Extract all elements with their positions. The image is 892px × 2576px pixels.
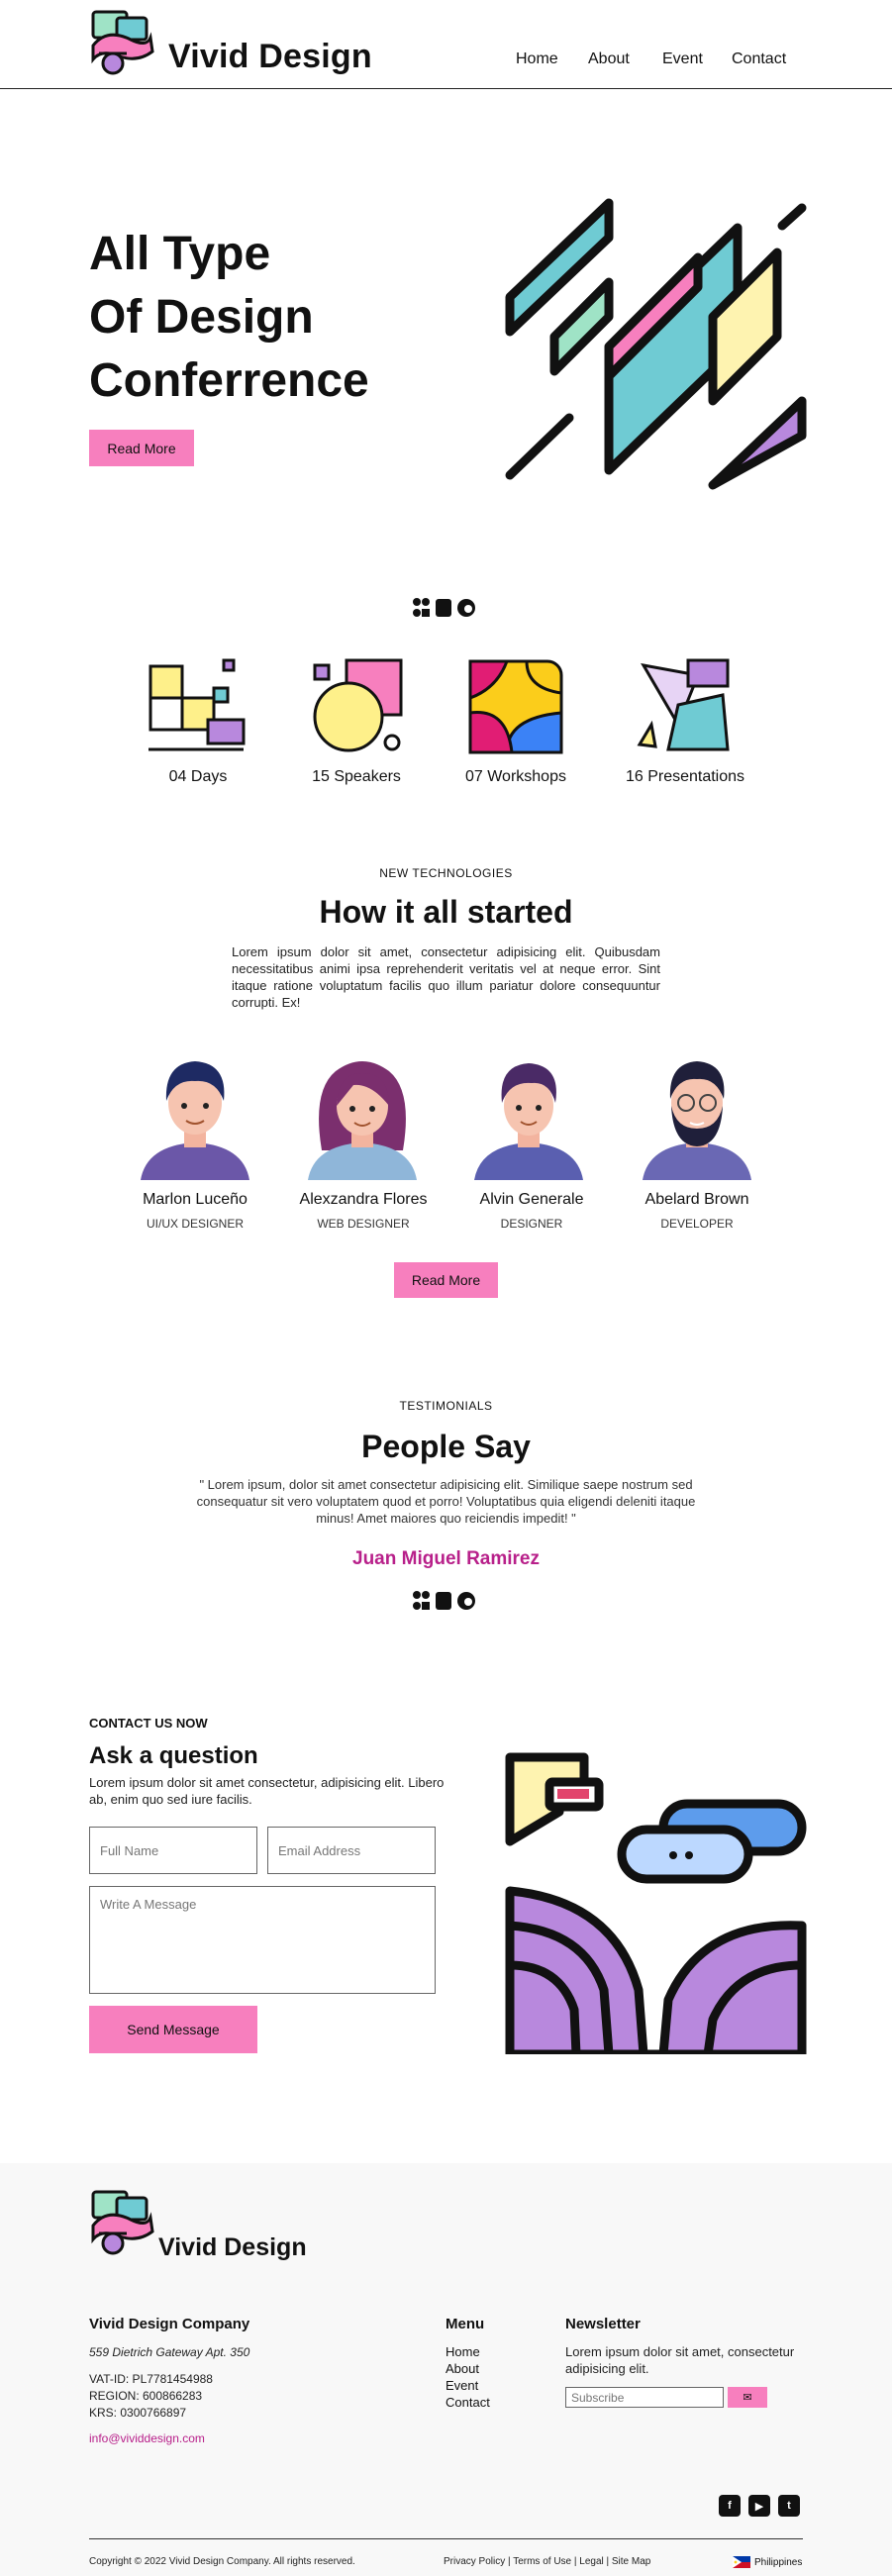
stat-days: 04 Days [168,768,228,785]
footer-email-link[interactable]: info@vividdesign.com [89,2430,205,2447]
member-name: Marlon Luceño [143,1191,248,1208]
legal-links[interactable]: Privacy Policy | Terms of Use | Legal | … [444,2556,650,2567]
flag-icon [733,2556,750,2568]
footer-krs: KRS: 0300766897 [89,2406,187,2420]
stat-workshops: 07 Workshops [465,768,566,785]
nav-event[interactable]: Event [662,50,703,68]
youtube-icon[interactable]: ▶ [748,2495,770,2517]
about-read-more-button[interactable]: Read More [394,1262,498,1298]
footer-address: 559 Dietrich Gateway Apt. 350 [89,2345,250,2359]
shapes-speakers-icon [313,658,403,752]
member-role: DESIGNER [500,1217,563,1231]
send-message-button[interactable]: Send Message [89,2006,257,2053]
shapes-divider-icon [413,1591,475,1610]
member-name: Alexzandra Flores [299,1191,428,1208]
hero-title-line: Conferrence [89,354,369,407]
footer-link-about[interactable]: About [446,2360,490,2377]
avatar-abelard [643,1061,751,1180]
newsletter-title: Newsletter [565,2316,641,2332]
contact-eyebrow: CONTACT US NOW [89,1716,208,1731]
hero-illustration [505,198,807,490]
member-name: Alvin Generale [479,1191,584,1208]
contact-title: Ask a question [89,1742,258,1769]
avatar-alexzandra [308,1061,417,1180]
about-eyebrow: NEW TECHNOLOGIES [379,866,513,880]
testimonials-eyebrow: TESTIMONIALS [399,1399,493,1413]
site-header: Vivid Design Home About Event Contact [0,0,892,89]
shapes-presentations-icon [637,658,730,751]
nav-home[interactable]: Home [516,50,558,68]
member-role: UI/UX DESIGNER [146,1217,244,1231]
facebook-icon[interactable]: f [719,2495,741,2517]
member-role: WEB DESIGNER [317,1217,410,1231]
full-name-input[interactable] [89,1827,257,1874]
member-role: DEVELOPER [660,1217,734,1231]
subscribe-button[interactable]: ✉ [728,2387,767,2408]
footer-vat: VAT-ID: PL7781454988 [89,2372,213,2386]
stat-presentations: 16 Presentations [625,768,745,785]
country-label: Philippines [754,2556,803,2568]
footer-link-home[interactable]: Home [446,2343,490,2360]
testimonials-title: People Say [361,1429,531,1464]
newsletter-text: Lorem ipsum dolor sit amet, consectetur … [565,2344,795,2376]
vivid-logo-icon[interactable] [87,8,158,77]
footer-region: REGION: 600866283 [89,2389,203,2403]
message-textarea[interactable] [89,1886,436,1994]
testimonial-quote: " Lorem ipsum, dolor sit amet consectetu… [196,1477,696,1526]
country-selector[interactable]: Philippines [733,2556,802,2568]
twitter-icon[interactable]: t [778,2495,800,2517]
avatar-alvin [474,1063,583,1180]
footer-divider [89,2538,803,2539]
footer-link-event[interactable]: Event [446,2377,490,2394]
about-text: Lorem ipsum dolor sit amet, consectetur … [232,944,660,1010]
hero-read-more-button[interactable]: Read More [89,430,194,466]
contact-illustration [505,1752,807,2054]
footer-company-title: Vivid Design Company [89,2316,250,2332]
about-title: How it all started [319,894,573,930]
footer-menu: Home About Event Contact [446,2343,490,2411]
mail-icon: ✉ [743,2392,752,2404]
avatar-marlon [141,1061,249,1180]
subscribe-input[interactable] [565,2387,724,2408]
footer-brand-name[interactable]: Vivid Design [158,2233,307,2262]
copyright-text: Copyright © 2022 Vivid Design Company. A… [89,2556,355,2567]
contact-text: Lorem ipsum dolor sit amet consectetur, … [89,1775,445,1807]
testimonial-author: Juan Miguel Ramirez [352,1548,540,1569]
stat-speakers: 15 Speakers [312,768,401,785]
hero-title-line: All Type [89,228,271,280]
vivid-logo-icon[interactable] [87,2188,158,2257]
footer-menu-title: Menu [446,2316,485,2332]
nav-contact[interactable]: Contact [732,50,786,68]
brand-name[interactable]: Vivid Design [168,38,372,76]
squares-days-icon [149,658,246,751]
nav-about[interactable]: About [588,50,630,68]
pattern-workshops-icon [468,659,563,754]
hero-title: All Type Of Design Conferrence [89,223,446,413]
hero-title-line: Of Design [89,291,314,344]
email-address-input[interactable] [267,1827,436,1874]
member-name: Abelard Brown [644,1191,749,1208]
shapes-divider-icon [413,598,475,617]
footer-link-contact[interactable]: Contact [446,2394,490,2411]
